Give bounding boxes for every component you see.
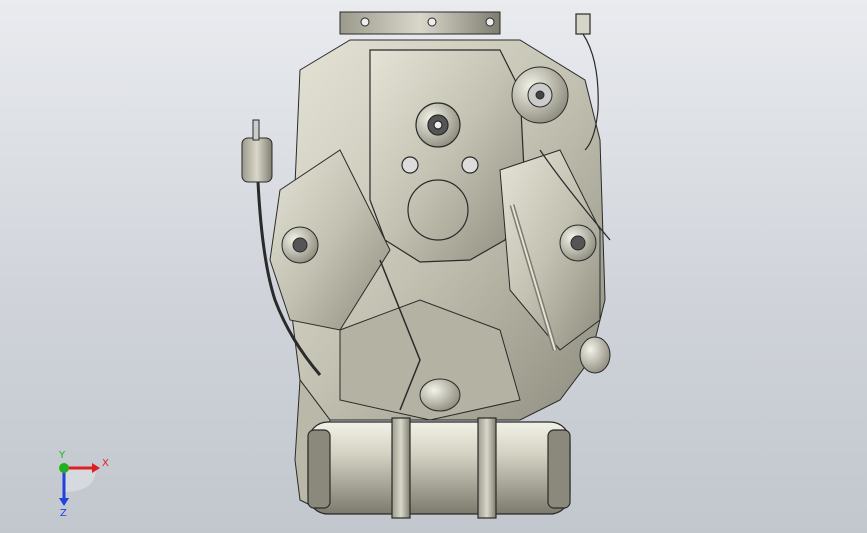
cad-viewport[interactable]: X Z Y [0,0,867,533]
x-axis-label: X [102,458,109,469]
x-axis-arrow-icon [92,463,100,473]
y-axis-origin-icon [59,463,69,473]
alternator [511,66,569,124]
muffler [307,417,571,519]
top-plate [339,11,501,35]
z-axis-label: Z [60,508,67,519]
z-axis-arrow-icon [59,498,69,506]
engine-model[interactable] [0,0,867,533]
y-axis-label: Y [58,450,66,461]
triad-xy-plane-icon [64,468,96,492]
axis-triad: X Z Y [58,450,109,519]
timing-cover [369,49,526,263]
